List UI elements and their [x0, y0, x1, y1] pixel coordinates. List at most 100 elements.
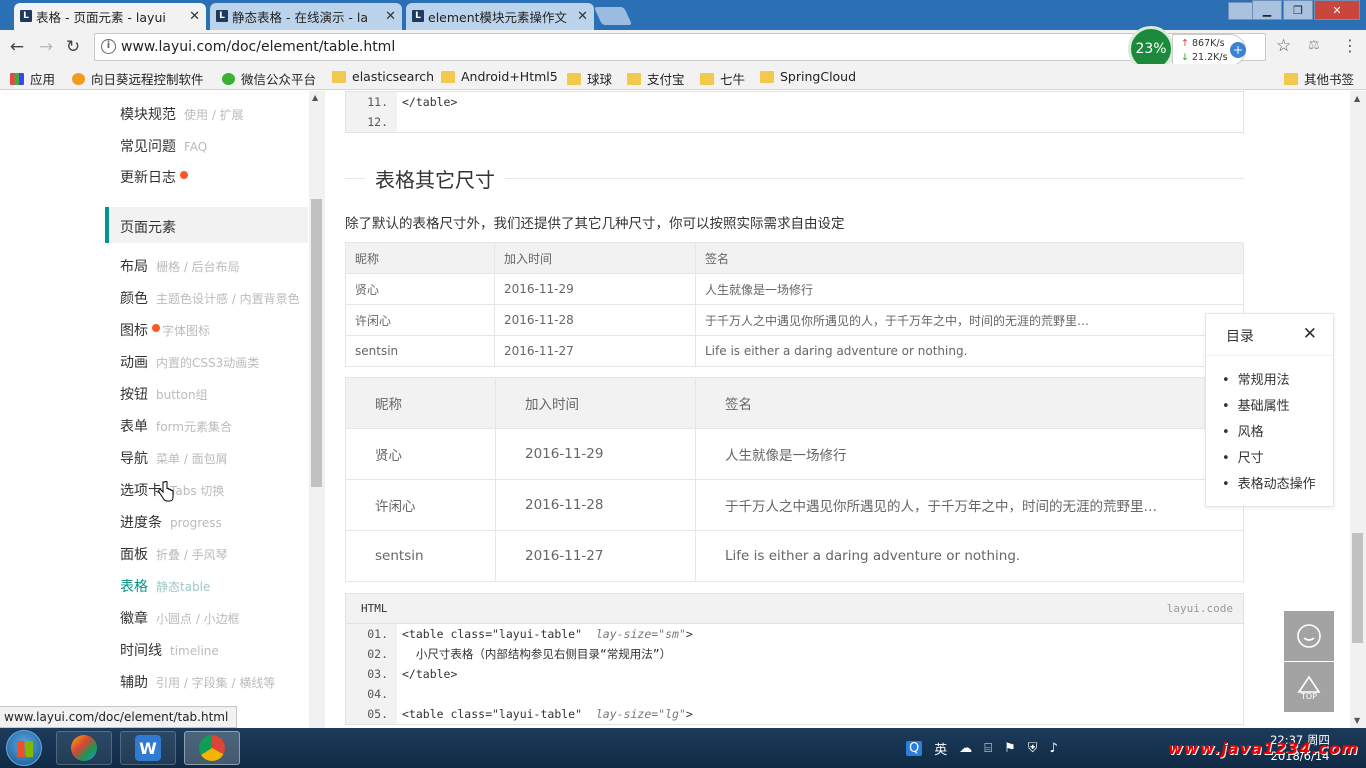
- tab-close-icon[interactable]: ✕: [189, 9, 200, 24]
- sidebar-item-sub: 使用 / 扩展: [184, 108, 244, 122]
- sidebar-item-animation[interactable]: 动画 内置的CSS3动画类: [120, 352, 259, 372]
- table-row: 许闲心 2016-11-28 于千万人之中遇见你所遇见的人，于千万年之中，时间的…: [345, 479, 1244, 531]
- sidebar-item-color[interactable]: 颜色 主题色设计感 / 内置背景色: [120, 288, 300, 308]
- sidebar-item-label: 辅助: [120, 675, 148, 691]
- back-icon[interactable]: ←: [6, 36, 28, 58]
- close-icon[interactable]: ✕: [1303, 324, 1317, 344]
- new-dot-badge: [180, 171, 188, 179]
- table-cell: Life is either a daring adventure or not…: [695, 335, 1244, 367]
- toc-header: 目录 ✕: [1206, 314, 1333, 356]
- sidebar-item-auxiliary[interactable]: 辅助 引用 / 字段集 / 横线等: [120, 672, 275, 692]
- sidebar-item-table[interactable]: 表格 静态table: [120, 576, 210, 596]
- extension-icon[interactable]: ⚖: [1308, 38, 1324, 54]
- folder-icon: [700, 72, 714, 85]
- table-cell: 许闲心: [345, 479, 496, 531]
- reload-icon[interactable]: ↻: [62, 36, 84, 58]
- bookmark-elasticsearch[interactable]: elasticsearch: [332, 69, 434, 84]
- sidebar-item-label: 徽章: [120, 611, 148, 627]
- hand-cursor-icon: [158, 481, 174, 502]
- toc-item-basic-attrs[interactable]: 基础属性: [1222, 394, 1333, 420]
- bookmark-alipay[interactable]: 支付宝: [627, 69, 685, 88]
- code-segment: 小尺寸表格（内部结构参见右侧目录“常规用法”）: [402, 647, 672, 661]
- chat-button[interactable]: [1284, 611, 1334, 661]
- bookmark-apps[interactable]: 应用: [10, 69, 55, 88]
- page-scrollbar[interactable]: ▲ ▼: [1350, 91, 1366, 728]
- ime-language[interactable]: 英: [934, 739, 947, 758]
- browser-tab-layui-table[interactable]: L 表格 - 页面元素 - layui ✕: [14, 3, 206, 30]
- bookmark-other[interactable]: 其他书签: [1284, 69, 1354, 88]
- sidebar-item-changelog[interactable]: 更新日志: [120, 167, 188, 187]
- ime-q-icon[interactable]: Q: [906, 740, 923, 756]
- sidebar-item-label: 颜色: [120, 291, 148, 307]
- table-header-cell: 昵称: [345, 377, 496, 429]
- sidebar-item-layout[interactable]: 布局 栅格 / 后台布局: [120, 256, 240, 276]
- sidebar-item-badge[interactable]: 徽章 小圆点 / 小边框: [120, 608, 240, 628]
- window-close-button[interactable]: ✕: [1314, 0, 1360, 20]
- bookmark-wechat-mp[interactable]: 微信公众平台: [222, 69, 316, 88]
- forward-icon[interactable]: →: [35, 36, 57, 58]
- sidebar-item-timeline[interactable]: 时间线 timeline: [120, 640, 219, 660]
- minimize-button[interactable]: ▁: [1252, 0, 1282, 20]
- tray-cloud-icon[interactable]: ☁: [959, 741, 972, 756]
- back-to-top-button[interactable]: TOP: [1284, 662, 1334, 712]
- sidebar-item-module-spec[interactable]: 模块规范 使用 / 扩展: [120, 104, 244, 124]
- start-button[interactable]: [6, 730, 42, 766]
- scroll-up-arrow-icon[interactable]: ▲: [1354, 94, 1360, 103]
- speed-plus-icon[interactable]: +: [1230, 42, 1246, 58]
- sidebar-item-label: 面板: [120, 547, 148, 563]
- toc-list: 常规用法 基础属性 风格 尺寸 表格动态操作: [1206, 356, 1333, 498]
- bookmark-star-icon[interactable]: ☆: [1276, 36, 1291, 56]
- code-block-html: HTML layui.code 01. <table class="layui-t…: [345, 593, 1244, 725]
- wps-writer-icon: W: [135, 735, 161, 761]
- scrollbar-thumb[interactable]: [1352, 533, 1363, 643]
- table-cell: sentsin: [345, 335, 495, 367]
- toc-item-dynamic-ops[interactable]: 表格动态操作: [1222, 472, 1333, 498]
- sidebar-item-sub: 菜单 / 面包屑: [156, 452, 228, 466]
- sidebar-item-nav[interactable]: 导航 菜单 / 面包屑: [120, 448, 228, 468]
- sidebar-item-button[interactable]: 按钮 button组: [120, 384, 208, 404]
- sidebar-group-page-elements[interactable]: 页面元素: [105, 207, 308, 243]
- site-info-icon[interactable]: i: [101, 39, 116, 54]
- sidebar-item-progress[interactable]: 进度条 progress: [120, 512, 222, 532]
- tab-close-icon[interactable]: ✕: [385, 9, 396, 24]
- tray-shield-icon[interactable]: ⛨: [1028, 741, 1038, 756]
- taskbar-app-photos[interactable]: [56, 731, 112, 765]
- bookmarks-bar: 应用 向日葵远程控制软件 微信公众平台 elasticsearch Androi…: [0, 64, 1366, 90]
- toc-panel: 目录 ✕ 常规用法 基础属性 风格 尺寸 表格动态操作: [1205, 313, 1334, 507]
- bookmark-springcloud[interactable]: SpringCloud: [760, 69, 856, 84]
- taskbar-app-chrome[interactable]: [184, 731, 240, 765]
- sidebar-item-faq[interactable]: 常见问题 FAQ: [120, 136, 207, 156]
- scroll-down-arrow-icon[interactable]: ▼: [1354, 716, 1360, 725]
- new-tab-button[interactable]: [593, 7, 633, 25]
- tray-flag-icon[interactable]: ⚑: [1004, 741, 1016, 756]
- bookmark-qiuqiu[interactable]: 球球: [567, 69, 612, 88]
- scroll-up-arrow-icon[interactable]: ▲: [312, 93, 318, 102]
- window-controls: ▁ ❐ ✕: [1251, 0, 1360, 20]
- taskbar-app-wps[interactable]: W: [120, 731, 176, 765]
- folder-icon: [627, 72, 641, 85]
- sidebar-scrollbar[interactable]: ▲: [309, 91, 325, 728]
- bookmark-qiniu[interactable]: 七牛: [700, 69, 745, 88]
- sidebar-item-icon[interactable]: 图标 字体图标: [120, 320, 210, 340]
- sidebar-item-form[interactable]: 表单 form元素集合: [120, 416, 232, 436]
- code-line: 12.: [346, 112, 1243, 132]
- top-label: TOP: [1300, 691, 1317, 701]
- restore-button[interactable]: ❐: [1283, 0, 1313, 20]
- table-header-cell: 加入时间: [495, 377, 696, 429]
- tray-network-icon[interactable]: ⌸: [984, 741, 992, 756]
- browser-menu-icon[interactable]: ⋮: [1342, 36, 1358, 55]
- bookmark-android-html5[interactable]: Android+Html5: [441, 69, 558, 84]
- browser-tab-static-table[interactable]: L 静态表格 - 在线演示 - la ✕: [210, 3, 402, 30]
- toc-item-basic-usage[interactable]: 常规用法: [1222, 368, 1333, 394]
- layui-favicon-icon: L: [216, 10, 228, 22]
- tray-volume-icon[interactable]: ♪: [1049, 741, 1057, 756]
- sidebar-item-panel[interactable]: 面板 折叠 / 手风琴: [120, 544, 228, 564]
- toc-item-size[interactable]: 尺寸: [1222, 446, 1333, 472]
- toc-item-style[interactable]: 风格: [1222, 420, 1333, 446]
- browser-tab-element-module[interactable]: L element模块元素操作文 ✕: [406, 3, 594, 30]
- bookmark-sunlogin[interactable]: 向日葵远程控制软件: [72, 69, 204, 88]
- scrollbar-thumb[interactable]: [311, 199, 322, 487]
- code-attribute: lay-size="lg": [595, 707, 686, 721]
- tab-close-icon[interactable]: ✕: [577, 9, 588, 24]
- address-bar[interactable]: i www.layui.com/doc/element/table.html: [94, 33, 1266, 61]
